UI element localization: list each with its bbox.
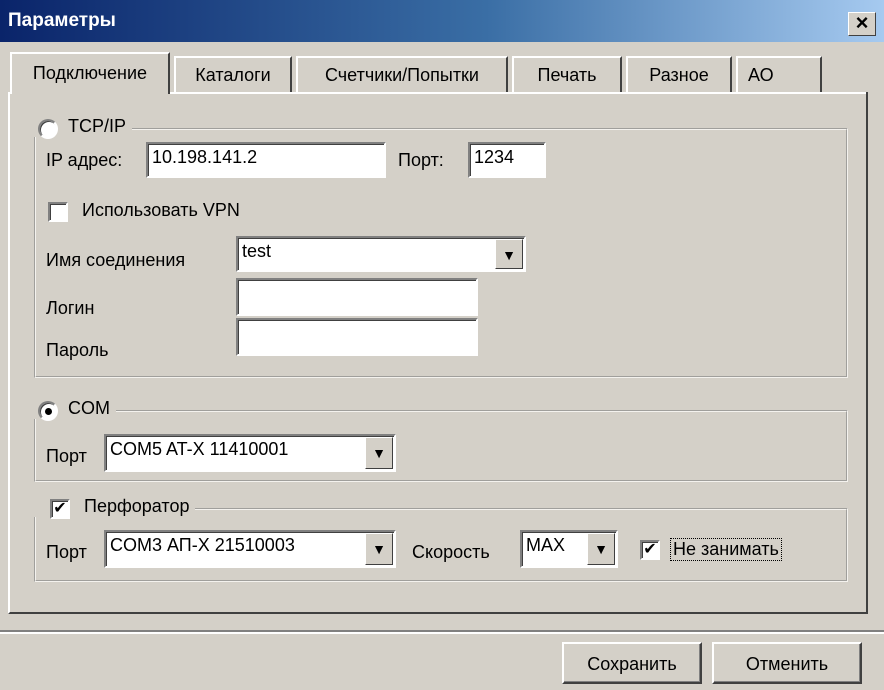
com-port-select[interactable]: COM5 AT-X 11410001 ▼ bbox=[104, 434, 396, 472]
use-vpn-checkbox[interactable] bbox=[48, 202, 68, 222]
connection-name-value: test bbox=[242, 241, 272, 261]
login-input[interactable] bbox=[236, 278, 478, 316]
chevron-down-icon[interactable]: ▼ bbox=[365, 533, 393, 565]
tab-misc[interactable]: Разное bbox=[626, 56, 732, 92]
perforator-checkbox[interactable]: ✔ bbox=[50, 499, 70, 519]
login-label: Логин bbox=[46, 298, 95, 318]
tab-connection[interactable]: Подключение bbox=[10, 52, 170, 94]
chevron-down-icon[interactable]: ▼ bbox=[495, 239, 523, 269]
perforator-group-header: ✔ Перфоратор bbox=[32, 496, 196, 519]
speed-value: MAX bbox=[526, 535, 566, 555]
perforator-port-value: COM3 АП-Х 21510003 bbox=[110, 535, 295, 555]
perforator-port-select[interactable]: COM3 АП-Х 21510003 ▼ bbox=[104, 530, 396, 568]
tab-ao[interactable]: АО bbox=[736, 56, 822, 92]
bottom-separator-highlight bbox=[0, 632, 884, 634]
com-port-value: COM5 AT-X 11410001 bbox=[110, 439, 289, 459]
no-occupy-label[interactable]: Не занимать bbox=[670, 538, 782, 561]
close-button[interactable]: × bbox=[848, 12, 876, 36]
tcp-port-label: Порт: bbox=[398, 150, 444, 170]
tcpip-group-header: TCP/IP bbox=[32, 116, 133, 139]
password-input[interactable] bbox=[236, 318, 478, 356]
speed-select[interactable]: MAX ▼ bbox=[520, 530, 618, 568]
save-button[interactable]: Сохранить bbox=[562, 642, 702, 684]
tab-print[interactable]: Печать bbox=[512, 56, 622, 92]
password-label: Пароль bbox=[46, 340, 109, 360]
use-vpn-label: Использовать VPN bbox=[82, 200, 240, 220]
ip-address-input[interactable]: 10.198.141.2 bbox=[146, 142, 386, 178]
tab-catalogs[interactable]: Каталоги bbox=[174, 56, 292, 92]
radio-selected-dot bbox=[45, 408, 52, 415]
title-bar bbox=[0, 0, 884, 42]
no-occupy-checkbox[interactable]: ✔ bbox=[640, 540, 660, 560]
connection-name-label: Имя соединения bbox=[46, 250, 186, 270]
cancel-button[interactable]: Отменить bbox=[712, 642, 862, 684]
window-title: Параметры bbox=[8, 10, 116, 31]
ip-label: IP адрес: bbox=[46, 150, 123, 170]
tab-counters[interactable]: Счетчики/Попытки bbox=[296, 56, 508, 92]
close-icon: × bbox=[855, 10, 869, 35]
check-icon: ✔ bbox=[53, 500, 67, 517]
com-port-label: Порт bbox=[46, 446, 87, 466]
chevron-down-icon[interactable]: ▼ bbox=[587, 533, 615, 565]
com-radio[interactable] bbox=[38, 401, 58, 421]
connection-name-select[interactable]: test ▼ bbox=[236, 236, 526, 272]
check-icon: ✔ bbox=[643, 541, 657, 558]
tcp-port-input[interactable]: 1234 bbox=[468, 142, 546, 178]
perforator-port-label: Порт bbox=[46, 542, 87, 562]
speed-label: Скорость bbox=[412, 542, 490, 562]
tcpip-radio[interactable] bbox=[38, 119, 58, 139]
chevron-down-icon[interactable]: ▼ bbox=[365, 437, 393, 469]
com-group-header: COM bbox=[32, 398, 116, 421]
